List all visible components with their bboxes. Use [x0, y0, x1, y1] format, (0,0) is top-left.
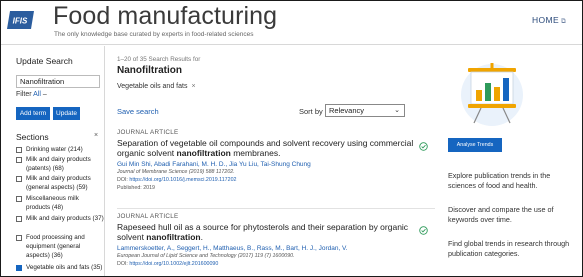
checkbox-checked[interactable] — [16, 265, 22, 271]
section-item-vegetable-oils[interactable]: Vegetable oils and fats (35) — [16, 263, 104, 272]
active-filter-chip: Vegetable oils and fats × — [117, 83, 196, 90]
checkbox[interactable] — [16, 147, 22, 153]
article-card: JOURNAL ARTICLE Rapeseed hull oil as a s… — [117, 213, 435, 267]
checkbox[interactable] — [16, 216, 22, 222]
query-title: Nanofiltration — [117, 65, 182, 76]
article-published: Published: 2019 — [117, 185, 155, 191]
site-header: IFIS Food manufacturing The only knowled… — [1, 1, 582, 45]
sort-value: Relevancy — [329, 106, 365, 115]
article-doi: DOI: https://doi.org/10.1016/j.memsci.20… — [117, 177, 237, 183]
checkbox[interactable] — [16, 157, 22, 163]
site-tagline: The only knowledge base curated by exper… — [54, 31, 254, 38]
sections-close-icon[interactable]: × — [94, 132, 98, 139]
checkbox[interactable] — [16, 235, 22, 241]
section-item-milk-patents[interactable]: Milk and dairy products (patents) (68) — [16, 155, 104, 173]
add-term-button[interactable]: Add term — [16, 107, 50, 120]
active-filter-label: Vegetable oils and fats — [117, 83, 188, 90]
sort-select[interactable]: Relevancy ⌄ — [325, 104, 405, 117]
ifis-logo[interactable]: IFIS — [7, 8, 37, 32]
article-title[interactable]: Rapeseed hull oil as a source for phytos… — [117, 222, 435, 242]
check-circle-icon — [419, 142, 428, 151]
checkbox[interactable] — [16, 176, 22, 182]
filter-dash: – — [42, 91, 47, 98]
section-item-milk-dairy[interactable]: Milk and dairy products (37) — [16, 214, 104, 223]
home-label: HOME — [532, 15, 560, 25]
trends-text-1: Explore publication trends in the scienc… — [448, 171, 551, 190]
analyse-trends-button[interactable]: Analyse Trends — [448, 138, 502, 152]
sidebar: Update Search Nanofiltration Filter All … — [1, 46, 105, 276]
article-authors[interactable]: Gui Min Shi, Abadi Farahani, M. H. D., J… — [117, 161, 435, 168]
sort-by-label: Sort by — [299, 107, 323, 116]
article-journal: Journal of Membrane Science (2019) 588 1… — [117, 169, 235, 175]
filter-row[interactable]: Filter All – — [16, 91, 47, 98]
update-button[interactable]: Update — [53, 107, 80, 120]
home-link[interactable]: HOME ⧉ — [532, 15, 566, 26]
section-item-milk-general[interactable]: Milk and dairy products (general aspects… — [16, 174, 104, 192]
article-title[interactable]: Separation of vegetable oil compounds an… — [117, 138, 435, 158]
article-authors[interactable]: Lammerskoetter, A., Seggert, H., Matthae… — [117, 245, 435, 252]
article-type: JOURNAL ARTICLE — [117, 213, 179, 220]
filter-label: Filter — [16, 91, 32, 98]
doi-link[interactable]: https://doi.org/10.1002/ejlt.201600090 — [129, 261, 218, 267]
article-doi: DOI: https://doi.org/10.1002/ejlt.201600… — [117, 261, 219, 267]
trends-presentation-icon — [461, 63, 523, 126]
external-link-icon: ⧉ — [561, 18, 567, 25]
remove-filter-icon[interactable]: × — [191, 83, 195, 90]
result-divider — [117, 208, 435, 209]
chevron-down-icon: ⌄ — [394, 107, 400, 114]
page-frame: IFIS Food manufacturing The only knowled… — [0, 0, 583, 277]
checkbox[interactable] — [16, 196, 22, 202]
article-type: JOURNAL ARTICLE — [117, 129, 179, 136]
results-count: 1–20 of 35 Search Results for — [117, 56, 201, 63]
doi-link[interactable]: https://doi.org/10.1016/j.memsci.2019.11… — [129, 177, 236, 183]
section-item-misc-milk[interactable]: Miscellaneous milk products (48) — [16, 194, 104, 212]
article-journal: European Journal of Lipid Science and Te… — [117, 253, 295, 259]
check-circle-icon — [419, 226, 428, 235]
update-search-heading: Update Search — [16, 56, 73, 66]
site-title: Food manufacturing — [53, 2, 278, 30]
sections-heading: Sections — [16, 132, 49, 142]
save-search-link[interactable]: Save search — [117, 107, 159, 116]
trends-text-2: Discover and compare the use of keywords… — [448, 205, 554, 224]
filter-all-link[interactable]: All — [33, 91, 41, 98]
article-card: JOURNAL ARTICLE Separation of vegetable … — [117, 129, 435, 191]
logo-text: IFIS — [13, 17, 28, 26]
section-item-food-processing[interactable]: Food processing and equipment (general a… — [16, 233, 104, 260]
section-item-drinking-water[interactable]: Drinking water (214) — [16, 145, 104, 154]
search-input[interactable]: Nanofiltration — [16, 75, 100, 88]
trends-text-3: Find global trends in research through p… — [448, 239, 570, 258]
